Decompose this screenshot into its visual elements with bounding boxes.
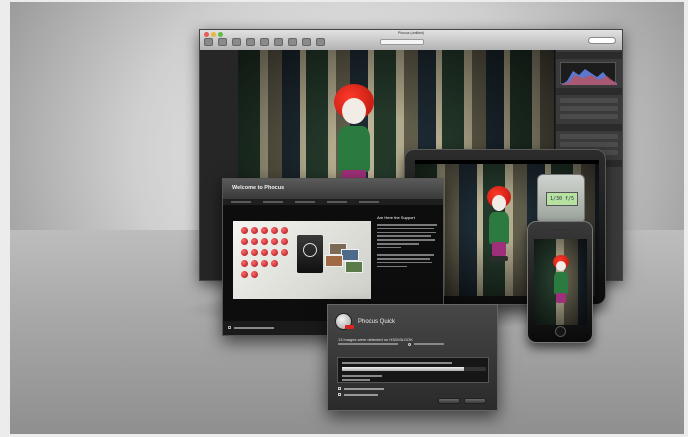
- welcome-tab[interactable]: [295, 201, 315, 203]
- histogram: [560, 62, 617, 85]
- print-icon[interactable]: [302, 38, 311, 46]
- speaker-grille: [554, 229, 568, 231]
- welcome-text: Are Here the Support: [377, 215, 437, 269]
- welcome-tabs: [223, 199, 443, 205]
- loupe-icon[interactable]: [260, 38, 269, 46]
- compare-icon[interactable]: [274, 38, 283, 46]
- import-icon[interactable]: [204, 38, 213, 46]
- software-box: [297, 235, 323, 273]
- welcome-tab[interactable]: [359, 201, 379, 203]
- import-button[interactable]: [464, 398, 486, 404]
- detected-message: 13 images were detected on H3DII3LOOK: [338, 337, 413, 342]
- window-title: Phocus (untitled): [397, 31, 425, 35]
- h-logo-icon: [335, 313, 354, 330]
- promo-stage: Phocus (untitled) 1/30 f/5 Welcome to Ph…: [10, 2, 684, 434]
- show-at-startup-checkbox[interactable]: [228, 326, 231, 329]
- phocus-quick-dialog: Phocus Quick 13 images were detected on …: [327, 304, 498, 411]
- import-progress-bar: [342, 367, 486, 371]
- welcome-illustration: [233, 221, 371, 299]
- ipad-status-bar: [415, 160, 599, 164]
- option-checkbox[interactable]: [338, 393, 341, 396]
- window-titlebar: Phocus (untitled): [200, 30, 622, 50]
- option-radio[interactable]: [408, 343, 411, 346]
- search-input[interactable]: [588, 37, 616, 44]
- welcome-title: Welcome to Phocus: [223, 179, 443, 199]
- welcome-tab[interactable]: [327, 201, 347, 203]
- cancel-button[interactable]: [438, 398, 460, 404]
- exposure-lcd: 1/30 f/5: [546, 192, 578, 206]
- camera-icon[interactable]: [316, 38, 325, 46]
- crop-icon[interactable]: [246, 38, 255, 46]
- browse-icon[interactable]: [218, 38, 227, 46]
- import-status-box: [337, 357, 489, 383]
- option-checkbox[interactable]: [338, 387, 341, 390]
- clown-figure: [550, 255, 572, 311]
- welcome-tab[interactable]: [231, 201, 251, 203]
- iphone-device: [527, 221, 593, 343]
- rotate-icon[interactable]: [232, 38, 241, 46]
- toolbar: [204, 38, 325, 46]
- export-icon[interactable]: [288, 38, 297, 46]
- toolbar-dropdown[interactable]: [380, 39, 424, 45]
- home-button[interactable]: [555, 326, 566, 337]
- iphone-screen[interactable]: [534, 239, 587, 325]
- clown-figure: [483, 186, 517, 266]
- welcome-tab[interactable]: [263, 201, 283, 203]
- camera-remote-panel[interactable]: 1/30 f/5: [537, 174, 585, 224]
- quick-title: Phocus Quick: [358, 319, 396, 325]
